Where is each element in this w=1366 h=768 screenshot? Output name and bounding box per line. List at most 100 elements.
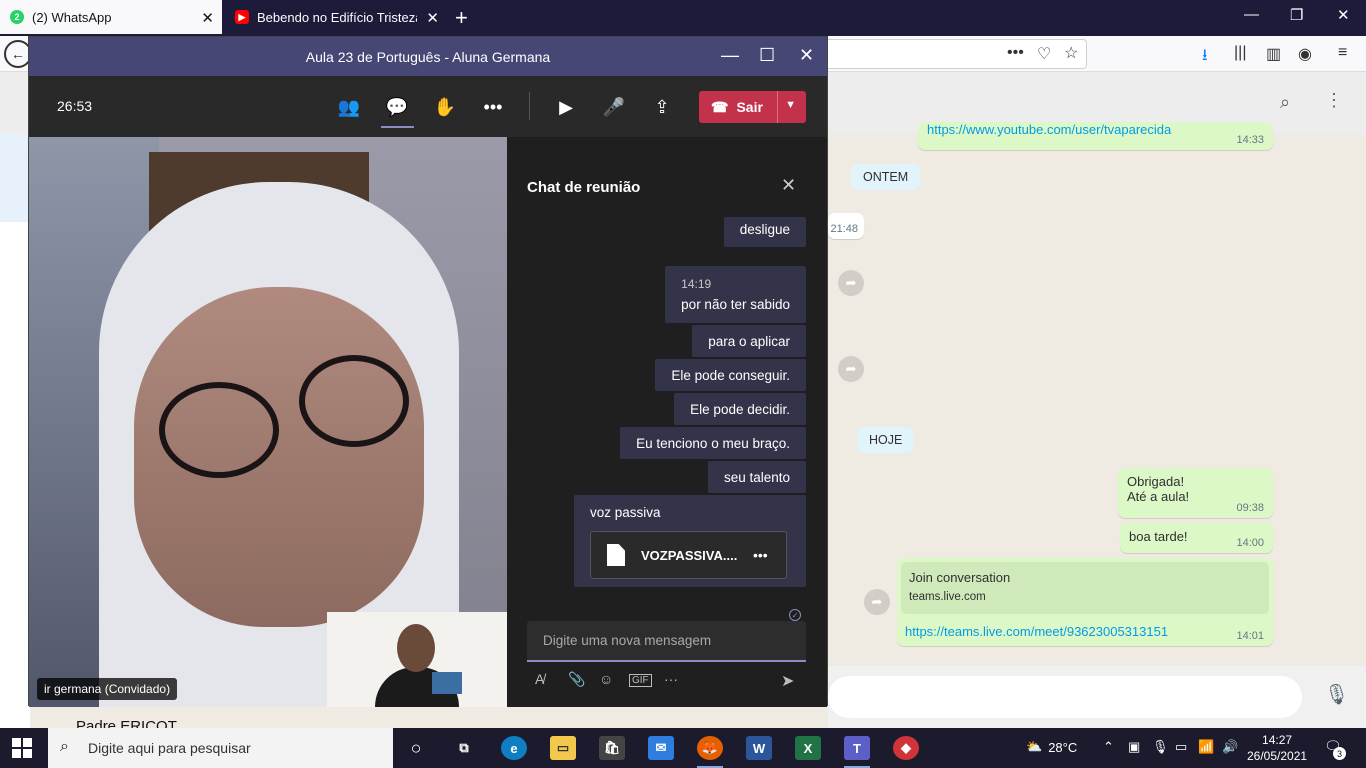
compose-bar: 🎙 [828,666,1366,728]
chat-message: Eu tenciono o meu braço. [620,427,806,459]
search-icon: ⌕ [60,738,69,755]
meeting-chat-panel: Chat de reunião ✕ desligue 14:19 por não… [507,137,827,707]
chat-message-input[interactable]: Digite uma nova mensagem [527,621,806,662]
close-icon[interactable]: ✕ [426,9,439,27]
participants-icon[interactable]: 👥 [337,95,361,119]
chat-icon[interactable]: 💬 [385,95,409,119]
excel-icon[interactable]: X [795,736,821,760]
minimize-icon[interactable]: — [721,45,739,66]
gif-icon[interactable]: GIF [629,674,652,687]
start-button[interactable] [12,738,32,758]
message-link[interactable]: https://teams.live.com/meet/936230053131… [901,624,1269,639]
document-icon [607,544,625,566]
tray-app-icon[interactable]: ▣ [1128,739,1140,755]
microphone-icon[interactable]: 🎤 [602,95,626,119]
forward-icon[interactable]: ➦ [838,356,864,382]
restore-icon[interactable]: ❐ [1290,6,1303,24]
more-icon[interactable]: ··· [664,671,678,687]
send-icon[interactable]: ➤ [781,671,794,691]
tab-youtube[interactable]: ▶ Bebendo no Edifício Tristeza • C ✕ [225,0,447,34]
weather-widget[interactable]: ⛅ 28°C [1026,739,1077,755]
chat-message-text: desligue [739,221,790,237]
download-icon[interactable]: ⭳ [1202,44,1208,71]
more-options-icon[interactable]: ••• [753,547,768,563]
window-title: Aula 23 de Português - Aluna Germana — ☐… [29,37,827,76]
file-name: VOZPASSIVA.... [641,547,737,563]
camera-icon[interactable]: ▶ [554,95,578,119]
taskbar-search[interactable]: ⌕ Digite aqui para pesquisar [48,728,393,768]
mail-icon[interactable]: ✉ [648,736,674,760]
chat-message-text: voz passiva [590,505,661,520]
minimize-icon[interactable]: — [1244,6,1259,23]
close-window-icon[interactable]: ✕ [1337,6,1350,24]
microphone-icon[interactable]: 🎙 [1324,682,1349,707]
more-icon[interactable]: ••• [1007,44,1024,62]
menu-icon[interactable]: ≡ [1338,44,1347,62]
sidebar-icon[interactable]: ▥ [1266,44,1281,64]
windows-taskbar: ⌕ Digite aqui para pesquisar ○ ⧉ e ▭ 🛍 ✉… [0,728,1366,768]
format-icon[interactable]: A̸ [535,671,544,687]
file-attachment[interactable]: VOZPASSIVA.... ••• [590,531,787,579]
notifications-badge: 3 [1333,747,1346,760]
app-icon[interactable]: ◆ [893,736,919,760]
volume-icon[interactable]: 🔊 [1222,739,1238,755]
forward-icon[interactable]: ➦ [838,270,864,296]
message-input[interactable] [828,676,1302,718]
cortana-icon[interactable]: ○ [403,736,429,760]
chat-message-text: por não ter sabido [681,297,790,312]
close-icon[interactable]: ✕ [781,175,796,196]
microphone-icon[interactable]: 🎙 [1152,739,1169,755]
share-screen-icon[interactable]: ⇪ [650,95,674,119]
wifi-icon[interactable]: 📶 [1198,739,1214,755]
chat-message: Ele pode conseguir. [655,359,806,391]
library-icon[interactable]: ||| [1234,44,1246,62]
clock-date: 26/05/2021 [1247,749,1308,763]
close-icon[interactable]: ✕ [201,9,214,27]
message-time: 14:00 [1236,537,1264,549]
chat-message-text: Ele pode decidir. [690,401,790,417]
menu-dots-icon[interactable]: ⋮ [1325,90,1343,111]
chevron-down-icon[interactable]: ▼ [785,99,796,111]
bookmark-star-icon[interactable]: ☆ [1064,43,1078,63]
search-icon[interactable]: ⌕ [1280,92,1290,113]
date-badge: HOJE [857,427,915,453]
battery-icon[interactable]: ▭ [1175,739,1187,755]
whatsapp-icon: 2 [10,10,24,24]
link-preview[interactable]: Join conversation teams.live.com [901,562,1269,614]
file-explorer-icon[interactable]: ▭ [550,736,576,760]
chevron-up-icon[interactable]: ⌃ [1103,739,1114,755]
more-actions-icon[interactable]: ••• [481,95,505,119]
message-bubble: 21:48 [828,213,864,239]
chat-title: Chat de reunião [527,179,641,196]
chat-message: voz passiva VOZPASSIVA.... ••• [574,495,806,587]
close-icon[interactable]: ✕ [799,45,814,66]
message-link[interactable]: https://www.youtube.com/user/tvaparecida [927,122,1171,137]
forward-icon[interactable]: ➦ [864,589,890,615]
taskbar-search-placeholder: Digite aqui para pesquisar [88,740,251,756]
weather-icon: ⛅ [1026,739,1043,754]
weather-temp: 28°C [1048,739,1078,755]
emoji-icon[interactable]: ☺ [599,671,613,687]
tab-whatsapp[interactable]: 2 (2) WhatsApp ✕ [0,0,222,34]
word-icon[interactable]: W [746,736,772,760]
chat-message-text: Ele pode conseguir. [671,367,790,383]
reactions-icon[interactable]: ✋ [433,95,457,119]
new-tab-button[interactable]: + [455,5,468,31]
store-icon[interactable]: 🛍 [599,736,625,760]
teams-icon[interactable]: T [844,736,870,760]
seen-check-icon: ✓ [789,609,801,621]
browser-tab-bar: 2 (2) WhatsApp ✕ ▶ Bebendo no Edifício T… [0,0,1366,36]
clock[interactable]: 14:27 26/05/2021 [1247,732,1307,764]
task-view-icon[interactable]: ⧉ [451,736,477,760]
leave-button[interactable]: ☎ Sair ▼ [699,91,806,123]
chat-message: para o aplicar [692,325,806,357]
attach-icon[interactable]: 📎 [568,671,585,688]
message-time: 14:33 [1236,134,1264,146]
edge-icon[interactable]: e [501,736,527,760]
maximize-icon[interactable]: ☐ [759,45,775,66]
account-icon[interactable]: ◉ [1298,44,1312,64]
youtube-icon: ▶ [235,10,249,24]
chat-message-text: para o aplicar [708,333,790,349]
pocket-icon[interactable]: ♡ [1037,44,1051,64]
firefox-icon[interactable]: 🦊 [697,736,723,760]
